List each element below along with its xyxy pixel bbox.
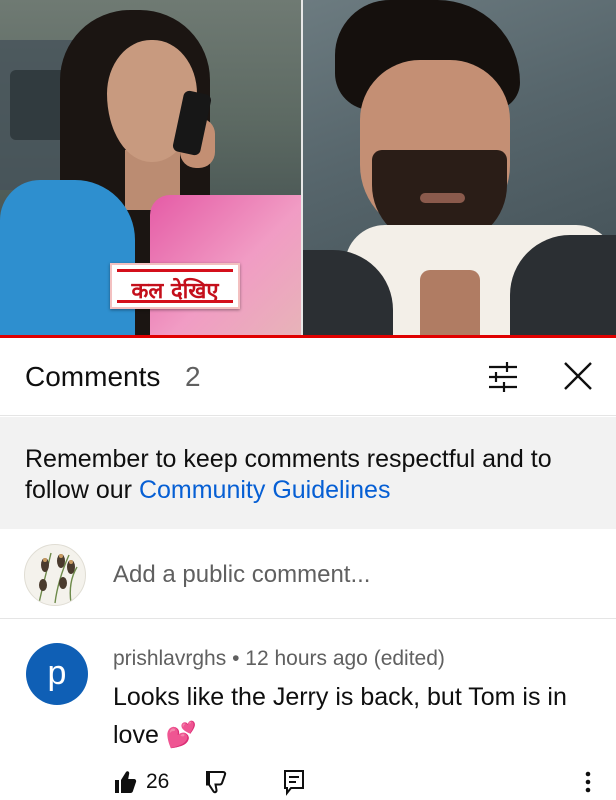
commenter-avatar[interactable]: p <box>26 643 88 705</box>
comment-more-button[interactable] <box>578 768 598 796</box>
video-caption-box: कल देखिए <box>110 263 240 309</box>
more-vertical-icon <box>585 771 591 793</box>
comments-header: Comments 2 <box>0 338 616 416</box>
add-comment-row[interactable]: Add a public comment... <box>0 529 616 619</box>
reply-icon <box>284 770 304 796</box>
comment-meta: prishlavrghs • 12 hours ago (edited) <box>113 647 445 671</box>
community-guidelines-banner: Remember to keep comments respectful and… <box>0 417 616 529</box>
sliders-icon <box>489 362 517 392</box>
comments-title: Comments <box>25 361 161 392</box>
sort-comments-button[interactable] <box>482 358 524 396</box>
woman-blouse <box>0 180 135 338</box>
man-chest <box>420 270 480 338</box>
thumbs-down-icon <box>206 771 227 794</box>
add-comment-input[interactable]: Add a public comment... <box>113 561 370 589</box>
video-frame-left: कल देखिए <box>0 0 301 338</box>
guidelines-text: Remember to keep comments respectful and… <box>25 444 595 506</box>
community-guidelines-link[interactable]: Community Guidelines <box>139 476 391 504</box>
birds-avatar-image <box>38 552 78 604</box>
comment-text: Looks like the Jerry is back, but Tom is… <box>113 683 567 749</box>
close-comments-button[interactable] <box>558 358 598 396</box>
comments-count: 2 <box>185 361 201 392</box>
comment-time: 12 hours ago (edited) <box>245 647 445 670</box>
close-icon <box>564 362 592 390</box>
reply-button[interactable] <box>281 768 307 796</box>
video-caption: कल देखिए <box>131 279 219 304</box>
dislike-button[interactable] <box>203 768 229 796</box>
video-player[interactable]: कल देखिए <box>0 0 616 338</box>
man-mouth <box>420 193 465 203</box>
meta-separator: • <box>232 647 240 670</box>
like-count: 26 <box>146 770 170 793</box>
comment-item: p prishlavrghs • 12 hours ago (edited) L… <box>0 620 616 800</box>
comment-author[interactable]: prishlavrghs <box>113 647 226 670</box>
thumbs-up-icon <box>115 771 137 793</box>
like-button[interactable]: 26 <box>113 768 173 796</box>
user-avatar <box>24 544 86 606</box>
